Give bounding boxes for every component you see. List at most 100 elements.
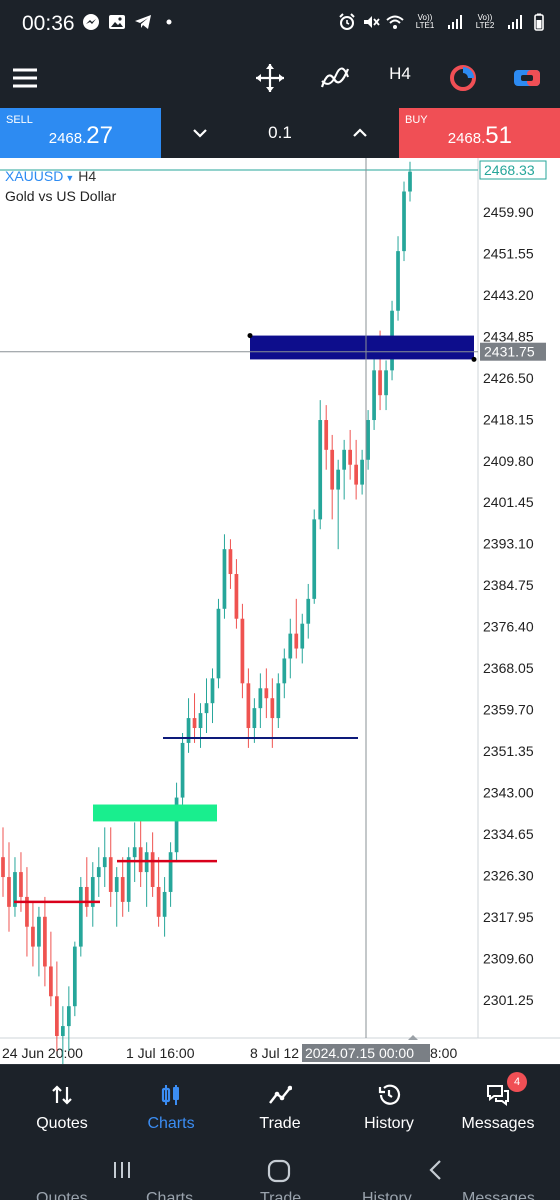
nav-charts-label: Charts <box>147 1115 195 1132</box>
sim2-label: Vo)) LTE2 <box>475 13 495 30</box>
symbol-name[interactable]: XAUUSD <box>5 168 63 184</box>
candle-body <box>55 996 59 1037</box>
symbol-description: Gold vs US Dollar <box>5 188 117 204</box>
chart-timeframe: H4 <box>78 168 97 184</box>
buy-label: BUY <box>405 114 428 126</box>
candle-body <box>150 852 155 887</box>
app-root: 00:36 Vo)) LTE1 Vo)) LTE2 H4 SELL 2468.2… <box>0 0 560 1200</box>
nav-quotes[interactable]: Quotes <box>6 1065 118 1141</box>
nav-history[interactable]: History <box>333 1065 445 1141</box>
alarm-icon <box>339 13 355 30</box>
one-click-trade-icon[interactable] <box>510 61 544 95</box>
candle-body <box>168 852 173 892</box>
price-tick-label: 2393.10 <box>483 536 534 552</box>
back-icon[interactable] <box>424 1158 448 1182</box>
candle-body <box>204 703 209 714</box>
candle-body <box>96 867 101 878</box>
indicators-icon[interactable] <box>318 61 352 95</box>
price-tick-label: 2368.05 <box>483 660 534 676</box>
candle-body <box>360 459 364 485</box>
candle-body <box>43 916 47 967</box>
move-crosshair-icon[interactable] <box>253 61 287 95</box>
sell-price-big: 27 <box>86 122 113 149</box>
gallery-icon <box>109 15 125 29</box>
price-chart[interactable]: 2459.90 2451.55 2443.20 2434.85 2426.50 2418.… <box>0 158 560 1064</box>
price-tick-label: 2376.40 <box>483 619 534 635</box>
candle-body <box>138 847 143 873</box>
candle-body <box>258 688 263 709</box>
candle-body <box>366 420 370 460</box>
symbol-caret-icon[interactable]: ▼ <box>65 173 74 183</box>
candle-body <box>180 742 185 798</box>
messenger-icon <box>83 14 99 30</box>
telegram-icon <box>135 15 151 29</box>
wifi-icon <box>386 15 404 29</box>
candle-body <box>66 1006 71 1027</box>
candle-body <box>324 420 329 450</box>
nav-charts[interactable]: Charts <box>115 1065 227 1141</box>
candle-body <box>216 608 221 679</box>
price-tick-label: 2359.70 <box>483 702 534 718</box>
candle-body <box>108 857 113 892</box>
candle-body <box>7 877 11 907</box>
time-tick-label: 8:00 <box>430 1045 457 1061</box>
mute-icon <box>364 16 380 28</box>
objects-icon[interactable] <box>446 61 480 95</box>
bottom-navigation: Quotes Charts Trade History 4 Messages <box>0 1064 560 1140</box>
home-icon[interactable] <box>266 1158 292 1184</box>
sim1-indicator: Vo)) LTE1 <box>410 14 440 30</box>
price-tick-label: 2351.35 <box>483 743 534 759</box>
buy-price-big: 51 <box>485 122 512 149</box>
candle-body <box>396 251 400 311</box>
price-tick-label: 2434.85 <box>483 328 534 344</box>
support-zone <box>93 804 217 822</box>
nav-trade-label: Trade <box>259 1115 301 1132</box>
buy-price-main: 2468. <box>447 130 486 147</box>
price-tick-label: 2409.80 <box>483 453 534 469</box>
candle-body <box>246 683 251 729</box>
candle-body <box>336 469 341 490</box>
hamburger-icon[interactable] <box>8 61 42 95</box>
buy-button[interactable]: BUY 2468.51 <box>399 108 560 158</box>
candle-body <box>384 370 388 396</box>
sell-button[interactable]: SELL 2468.27 <box>0 108 161 158</box>
sim2-indicator: Vo)) LTE2 <box>470 14 500 30</box>
chart-toolbar: H4 <box>0 48 560 108</box>
crosshair-time-label: 2024.07.15 00:00 <box>305 1045 414 1061</box>
candle-body <box>1 857 5 878</box>
nav-trade[interactable]: Trade <box>224 1065 336 1141</box>
price-tick-label: 2401.45 <box>483 494 534 510</box>
candle-body <box>408 171 412 192</box>
candle-body <box>354 464 358 485</box>
symbol-header[interactable]: XAUUSD ▼ H4 <box>5 168 96 184</box>
candle-body <box>49 966 53 997</box>
candle-body <box>348 449 353 465</box>
nav-messages[interactable]: 4 Messages <box>442 1065 554 1141</box>
candle-body <box>300 623 305 649</box>
candle-body <box>222 549 227 609</box>
candle-body <box>288 633 293 659</box>
timeframe-button[interactable]: H4 <box>380 64 420 84</box>
candle-body <box>294 633 299 649</box>
price-tick-label: 2384.75 <box>483 577 534 593</box>
sell-price-main: 2468. <box>48 130 87 147</box>
candle-body <box>102 857 107 868</box>
recents-icon[interactable] <box>110 1158 134 1182</box>
chevron-up-icon[interactable] <box>349 122 371 144</box>
signal-icon <box>508 15 522 29</box>
time-tick-label: 24 Jun 20:00 <box>2 1045 83 1061</box>
status-bar: 00:36 Vo)) LTE1 Vo)) LTE2 <box>0 0 560 48</box>
charts-icon <box>161 1085 179 1105</box>
battery-icon <box>534 13 544 31</box>
price-tick-label: 2343.00 <box>483 785 534 801</box>
candle-body <box>198 713 203 729</box>
sell-price: 2468.27 <box>49 122 113 150</box>
sell-label: SELL <box>6 114 33 126</box>
price-tick-label: 2334.65 <box>483 826 534 842</box>
one-click-trade-bar: SELL 2468.27 0.1 BUY 2468.51 <box>0 108 560 158</box>
status-time: 00:36 <box>22 12 75 35</box>
chart-canvas[interactable]: 2459.90 2451.55 2443.20 2434.85 2426.50 2418.… <box>0 158 560 1064</box>
history-icon <box>378 1084 401 1105</box>
price-tick-label: 2418.15 <box>483 411 534 427</box>
price-tick-label: 2459.90 <box>483 204 534 220</box>
